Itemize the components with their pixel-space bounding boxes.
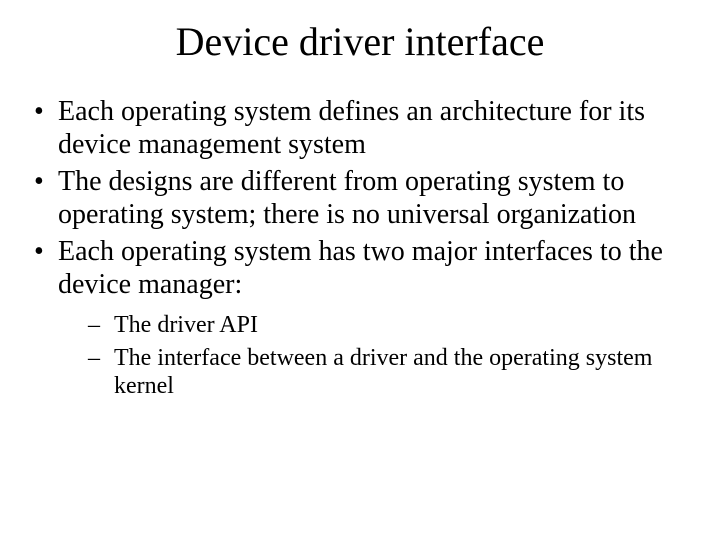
sub-bullet-list: The driver API The interface between a d… <box>58 311 690 400</box>
slide-title: Device driver interface <box>30 18 690 65</box>
slide: Device driver interface Each operating s… <box>0 0 720 540</box>
sub-bullet-item: The driver API <box>58 311 690 339</box>
bullet-item: The designs are different from operating… <box>30 165 690 231</box>
bullet-text: Each operating system has two major inte… <box>58 236 663 300</box>
bullet-list: Each operating system defines an archite… <box>30 95 690 400</box>
bullet-item: Each operating system has two major inte… <box>30 235 690 400</box>
bullet-item: Each operating system defines an archite… <box>30 95 690 161</box>
sub-bullet-item: The interface between a driver and the o… <box>58 344 690 401</box>
